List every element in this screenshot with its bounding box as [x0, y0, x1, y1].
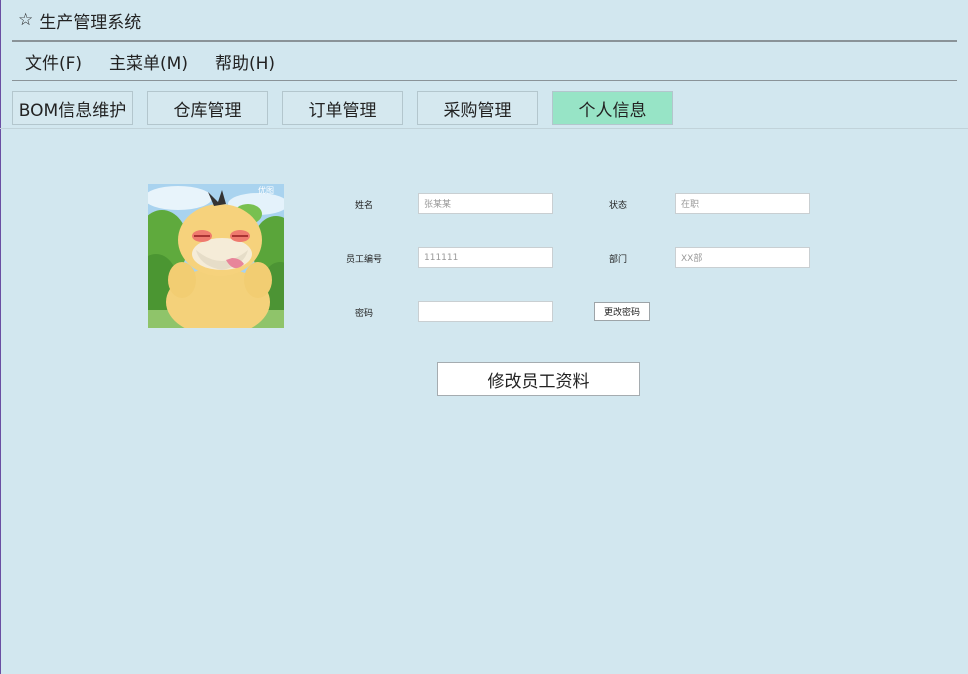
edit-profile-button[interactable]: 修改员工资料	[437, 362, 640, 396]
menu-divider	[12, 80, 957, 81]
department-field[interactable]: XX部	[675, 247, 810, 268]
tab-warehouse[interactable]: 仓库管理	[147, 91, 268, 125]
employee-id-field[interactable]: 111111	[418, 247, 553, 268]
star-icon: ☆	[18, 9, 34, 30]
tab-personal-info[interactable]: 个人信息	[552, 91, 673, 125]
menu-help[interactable]: 帮助(H)	[202, 45, 289, 78]
window-title: 生产管理系统	[39, 12, 142, 33]
password-label: 密码	[354, 309, 373, 319]
name-field[interactable]: 张某某	[418, 193, 553, 214]
tab-bar: BOM信息维护 仓库管理 订单管理 采购管理 个人信息	[12, 91, 687, 125]
change-password-button[interactable]: 更改密码	[594, 302, 650, 321]
tab-purchasing[interactable]: 采购管理	[417, 91, 538, 125]
department-label: 部门	[608, 255, 627, 265]
status-label: 状态	[608, 201, 627, 211]
employee-id-label: 员工编号	[345, 255, 382, 265]
title-bar: ☆ 生产管理系统	[0, 0, 968, 40]
tab-divider	[0, 128, 968, 129]
title-divider	[12, 40, 957, 42]
avatar-watermark: 优图	[258, 185, 274, 195]
menu-bar: 文件(F) 主菜单(M) 帮助(H)	[12, 43, 289, 79]
tab-bom-maintenance[interactable]: BOM信息维护	[12, 91, 133, 125]
status-field[interactable]: 在职	[675, 193, 810, 214]
menu-file[interactable]: 文件(F)	[12, 45, 96, 78]
window-left-border	[0, 0, 1, 674]
tab-orders[interactable]: 订单管理	[282, 91, 403, 125]
name-label: 姓名	[354, 201, 373, 211]
password-field[interactable]	[418, 301, 553, 322]
menu-main[interactable]: 主菜单(M)	[96, 45, 202, 78]
avatar: 优图	[148, 184, 284, 328]
